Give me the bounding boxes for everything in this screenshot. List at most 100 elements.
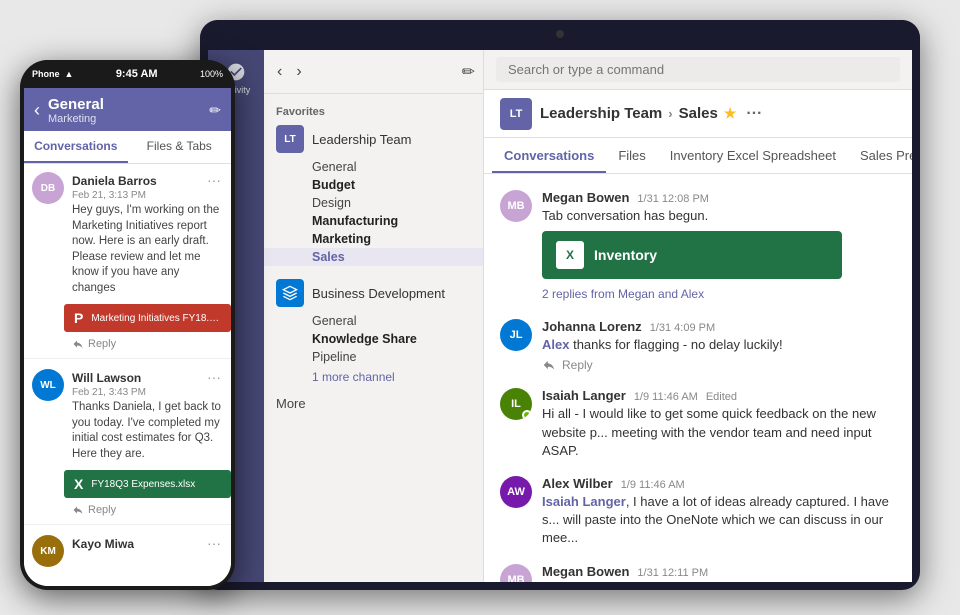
team-item-bizdev[interactable]: Business Development ··· bbox=[264, 274, 483, 312]
channel-design[interactable]: Design bbox=[264, 194, 483, 212]
channel-header-title: Leadership Team › Sales ★ ··· bbox=[540, 105, 762, 123]
phone-msg-time-2: Feb 21, 3:43 PM bbox=[72, 387, 223, 398]
search-bar bbox=[484, 50, 912, 90]
phone-msg-text-1: Hey guys, I'm working on the Marketing I… bbox=[72, 203, 223, 296]
phone-msg-header-2: Will Lawson ··· bbox=[72, 369, 223, 385]
msg-header-5: Megan Bowen 1/31 12:11 PM bbox=[542, 564, 896, 579]
more-channels-link[interactable]: 1 more channel bbox=[264, 366, 483, 388]
phone-tabs: Conversations Files & Tabs bbox=[24, 131, 231, 164]
phone-msg-1: DB Daniela Barros ··· Feb 21, 3:13 PM He… bbox=[24, 164, 231, 300]
search-input[interactable] bbox=[496, 57, 900, 82]
team-item-leadership[interactable]: LT Leadership Team ··· bbox=[264, 120, 483, 158]
mention-isaiah: Isaiah Langer bbox=[542, 494, 626, 509]
tab-conversations[interactable]: Conversations bbox=[492, 140, 606, 173]
msg-text-2: Alex thanks for flagging - no delay luck… bbox=[542, 336, 896, 354]
messages-area: MB Megan Bowen 1/31 12:08 PM Tab convers… bbox=[484, 174, 912, 582]
phone-msg-more-3[interactable]: ··· bbox=[205, 535, 223, 551]
phone-reply-1[interactable]: Reply bbox=[24, 336, 231, 356]
star-icon[interactable]: ★ bbox=[724, 105, 737, 122]
channel-knowledge[interactable]: Knowledge Share bbox=[264, 330, 483, 348]
tabs-bar: Conversations Files Inventory Excel Spre… bbox=[484, 138, 912, 174]
channel-header-avatar: LT bbox=[500, 98, 532, 130]
msg-content-2: Johanna Lorenz 1/31 4:09 PM Alex thanks … bbox=[542, 319, 896, 372]
compose-icon[interactable]: ✏ bbox=[462, 62, 475, 82]
channel-pipeline[interactable]: Pipeline bbox=[264, 348, 483, 366]
battery-text: 100% bbox=[200, 69, 223, 79]
channel-header: LT Leadership Team › Sales ★ ··· bbox=[484, 90, 912, 138]
phone-msg-header-1: Daniela Barros ··· bbox=[72, 172, 223, 188]
msg-text-3: Hi all - I would like to get some quick … bbox=[542, 405, 896, 460]
msg-time-5: 1/31 12:11 PM bbox=[637, 567, 708, 579]
phone-msg-more-2[interactable]: ··· bbox=[205, 369, 223, 385]
phone-screen: ‹ General Marketing ✏ Conversations File… bbox=[24, 88, 231, 586]
message-group-3: IL Isaiah Langer 1/9 11:46 AM Edited Hi … bbox=[484, 380, 912, 468]
avatar-isaiah: IL bbox=[500, 388, 532, 420]
channel-panel: ‹ › ✏ Favorites LT Leadership Team ··· G… bbox=[264, 50, 484, 582]
tab-files[interactable]: Files bbox=[606, 140, 657, 173]
inventory-title: Inventory bbox=[594, 247, 657, 263]
phone-msg-content-3: Kayo Miwa ··· bbox=[72, 535, 223, 567]
tab-inventory-excel[interactable]: Inventory Excel Spreadsheet bbox=[658, 140, 848, 173]
phone-header-title: General Marketing bbox=[48, 96, 201, 125]
phone-attachment-2[interactable]: X FY18Q3 Expenses.xlsx bbox=[64, 470, 231, 498]
phone-time: 9:45 AM bbox=[116, 68, 158, 80]
phone-messages: DB Daniela Barros ··· Feb 21, 3:13 PM He… bbox=[24, 164, 231, 586]
phone-frame: Phone ▲ 9:45 AM 100% ‹ General Marketing… bbox=[20, 60, 235, 590]
phone-msg-author-3: Kayo Miwa bbox=[72, 537, 134, 551]
msg-header-3: Isaiah Langer 1/9 11:46 AM Edited bbox=[542, 388, 896, 403]
phone-msg-2: WL Will Lawson ··· Feb 21, 3:43 PM Thank… bbox=[24, 361, 231, 466]
attachment-name-1: Marketing Initiatives FY18.pptx bbox=[91, 313, 221, 324]
phone-avatar-kayo: KM bbox=[32, 535, 64, 567]
msg-time-4: 1/9 11:46 AM bbox=[621, 479, 685, 491]
replies-count-1[interactable]: 2 replies from Megan and Alex bbox=[542, 285, 896, 303]
phone-header-compose[interactable]: ✏ bbox=[209, 102, 221, 119]
tab-sales-presentation[interactable]: Sales Presentation bbox=[848, 140, 912, 173]
more-teams-button[interactable]: More bbox=[264, 388, 483, 419]
phone-msg-content-1: Daniela Barros ··· Feb 21, 3:13 PM Hey g… bbox=[72, 172, 223, 296]
channel-marketing[interactable]: Marketing bbox=[264, 230, 483, 248]
phone-tab-files[interactable]: Files & Tabs bbox=[128, 131, 232, 163]
channel-more-dots[interactable]: ··· bbox=[746, 105, 762, 123]
message-group-4: AW Alex Wilber 1/9 11:46 AM Isaiah Lange… bbox=[484, 468, 912, 556]
phone-msg-author-2: Will Lawson bbox=[72, 371, 141, 385]
phone-msg-content-2: Will Lawson ··· Feb 21, 3:43 PM Thanks D… bbox=[72, 369, 223, 462]
phone-divider-1 bbox=[24, 358, 231, 359]
msg-header-4: Alex Wilber 1/9 11:46 AM bbox=[542, 476, 896, 491]
channel-general-lt[interactable]: General bbox=[264, 158, 483, 176]
teams-app: Activity ‹ › ✏ Favorites LT Leadership T… bbox=[208, 50, 912, 582]
team-avatar-bizdev bbox=[276, 279, 304, 307]
msg-author-5: Megan Bowen bbox=[542, 564, 629, 579]
msg-text-4: Isaiah Langer, I have a lot of ideas alr… bbox=[542, 493, 896, 548]
channel-budget[interactable]: Budget bbox=[264, 176, 483, 194]
phone-msg-time-1: Feb 21, 3:13 PM bbox=[72, 190, 223, 201]
channel-sales[interactable]: Sales bbox=[264, 248, 483, 266]
phone-tab-conversations[interactable]: Conversations bbox=[24, 131, 128, 163]
pptx-icon: P bbox=[74, 310, 83, 326]
phone-msg-text-2: Thanks Daniela, I get back to you today.… bbox=[72, 400, 223, 462]
phone-reply-2[interactable]: Reply bbox=[24, 502, 231, 522]
phone-channel-title: General bbox=[48, 96, 201, 113]
phone-carrier: Phone ▲ bbox=[32, 69, 73, 79]
nav-back-button[interactable]: ‹ bbox=[272, 61, 287, 83]
phone-attachment-1[interactable]: P Marketing Initiatives FY18.pptx bbox=[64, 304, 231, 332]
msg-time-1: 1/31 12:08 PM bbox=[637, 193, 709, 205]
phone-msg-more-1[interactable]: ··· bbox=[205, 172, 223, 188]
msg-edited-3: Edited bbox=[706, 391, 737, 403]
tablet-screen: Activity ‹ › ✏ Favorites LT Leadership T… bbox=[208, 50, 912, 582]
tablet-frame: Activity ‹ › ✏ Favorites LT Leadership T… bbox=[200, 20, 920, 590]
channel-manufacturing[interactable]: Manufacturing bbox=[264, 212, 483, 230]
msg-text-1: Tab conversation has begun. bbox=[542, 207, 896, 225]
phone-back-button[interactable]: ‹ bbox=[34, 100, 40, 121]
inventory-card[interactable]: X Inventory bbox=[542, 231, 842, 279]
excel-icon: X bbox=[556, 241, 584, 269]
channel-general-bd[interactable]: General bbox=[264, 312, 483, 330]
channel-list: Favorites LT Leadership Team ··· General… bbox=[264, 94, 483, 582]
avatar-alex: AW bbox=[500, 476, 532, 508]
favorites-label: Favorites bbox=[264, 102, 483, 120]
msg-content-4: Alex Wilber 1/9 11:46 AM Isaiah Langer, … bbox=[542, 476, 896, 548]
phone-avatar-daniela: DB bbox=[32, 172, 64, 204]
reply-line-2[interactable]: Reply bbox=[542, 358, 896, 372]
phone-msg-header-3: Kayo Miwa ··· bbox=[72, 535, 223, 551]
tablet-top-bar bbox=[200, 20, 920, 48]
nav-forward-button[interactable]: › bbox=[291, 61, 306, 83]
